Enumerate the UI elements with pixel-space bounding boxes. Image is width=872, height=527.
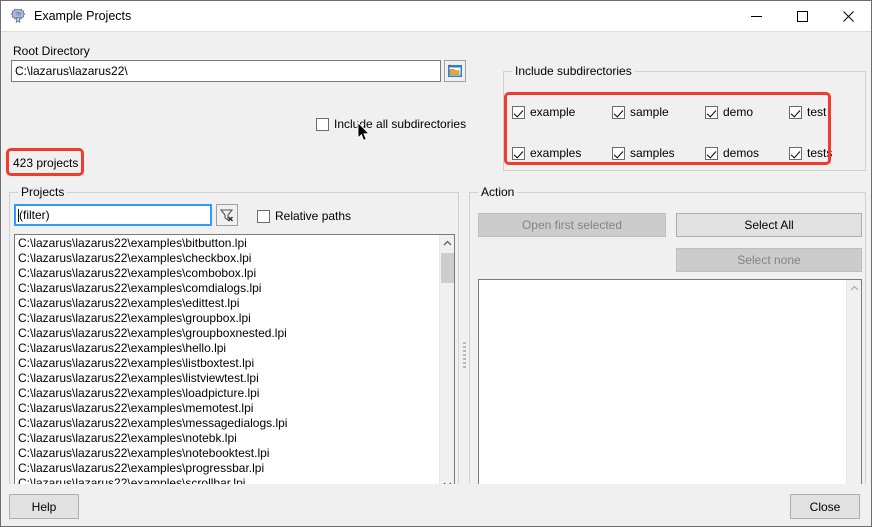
subdir-checkbox-label: tests [807, 146, 832, 160]
checkbox-box [705, 106, 718, 119]
projects-list-vscrollbar[interactable] [439, 235, 454, 492]
list-item[interactable]: C:\lazarus\lazarus22\examples\hello.lpi [15, 341, 439, 356]
projects-count-text: 423 projects [13, 156, 78, 170]
list-item[interactable]: C:\lazarus\lazarus22\examples\progressba… [15, 461, 439, 476]
subdir-checkbox-sample[interactable]: sample [612, 105, 669, 119]
include-subdirectories-groupbox: Include subdirectories example sample de… [503, 71, 866, 171]
subdir-checkbox-demos[interactable]: demos [705, 146, 759, 160]
list-item[interactable]: C:\lazarus\lazarus22\examples\bitbutton.… [15, 236, 439, 251]
projects-listbox[interactable]: C:\lazarus\lazarus22\examples\bitbutton.… [14, 234, 455, 509]
subdir-checkbox-samples[interactable]: samples [612, 146, 675, 160]
action-title: Action [478, 185, 517, 199]
include-all-subdirectories-label: Include all subdirectories [334, 117, 466, 131]
browse-folder-button[interactable] [444, 60, 466, 82]
list-item[interactable]: C:\lazarus\lazarus22\examples\memotest.l… [15, 401, 439, 416]
close-icon[interactable] [825, 1, 871, 32]
memo-scroll-up-icon[interactable] [847, 280, 862, 296]
list-item[interactable]: C:\lazarus\lazarus22\examples\messagedia… [15, 416, 439, 431]
select-none-button[interactable]: Select none [676, 248, 862, 272]
scroll-thumb-vertical[interactable] [441, 253, 454, 283]
checkbox-box [789, 147, 802, 160]
clear-filter-button[interactable] [216, 204, 238, 226]
subdir-checkbox-label: demos [723, 146, 759, 160]
list-item[interactable]: C:\lazarus\lazarus22\examples\groupboxne… [15, 326, 439, 341]
minimize-icon[interactable] [733, 1, 779, 32]
checkbox-box [612, 106, 625, 119]
subdir-checkbox-label: samples [630, 146, 675, 160]
subdir-checkbox-label: examples [530, 146, 581, 160]
subdir-checkbox-tests[interactable]: tests [789, 146, 832, 160]
example-projects-window: 70 Example Projects Root Directory C:\la… [0, 0, 872, 527]
subdir-checkbox-label: example [530, 105, 575, 119]
folder-open-icon [447, 63, 463, 79]
relative-paths-checkbox[interactable]: Relative paths [257, 209, 351, 223]
maximize-icon[interactable] [779, 1, 825, 32]
subdir-checkbox-label: demo [723, 105, 753, 119]
open-first-selected-button[interactable]: Open first selected [478, 213, 666, 237]
subdir-checkbox-label: test [807, 105, 826, 119]
checkbox-box [257, 210, 270, 223]
lazarus-app-icon: 70 [10, 8, 26, 24]
checkbox-box [316, 118, 329, 131]
filter-clear-icon [219, 207, 235, 223]
list-item[interactable]: C:\lazarus\lazarus22\examples\listboxtes… [15, 356, 439, 371]
checkbox-box [512, 106, 525, 119]
include-all-subdirectories-checkbox[interactable]: Include all subdirectories [316, 117, 466, 131]
list-item[interactable]: C:\lazarus\lazarus22\examples\checkbox.l… [15, 251, 439, 266]
list-item[interactable]: C:\lazarus\lazarus22\examples\combobox.l… [15, 266, 439, 281]
checkbox-box [612, 147, 625, 160]
action-output-memo[interactable] [478, 279, 862, 504]
list-item[interactable]: C:\lazarus\lazarus22\examples\edittest.l… [15, 296, 439, 311]
list-item[interactable]: C:\lazarus\lazarus22\examples\listviewte… [15, 371, 439, 386]
relative-paths-label: Relative paths [275, 209, 351, 223]
close-button[interactable]: Close [790, 494, 860, 519]
splitter-grip [463, 342, 466, 368]
filter-placeholder: (filter) [19, 208, 50, 222]
list-item[interactable]: C:\lazarus\lazarus22\examples\notebk.lpi [15, 431, 439, 446]
dialog-body: Root Directory C:\lazarus\lazarus22\ Inc… [1, 32, 871, 526]
panel-splitter[interactable] [459, 332, 469, 378]
checkbox-box [512, 147, 525, 160]
root-directory-input[interactable]: C:\lazarus\lazarus22\ [11, 60, 441, 82]
list-item[interactable]: C:\lazarus\lazarus22\examples\comdialogs… [15, 281, 439, 296]
list-item[interactable]: C:\lazarus\lazarus22\examples\groupbox.l… [15, 311, 439, 326]
memo-vscrollbar[interactable] [846, 280, 861, 503]
root-directory-label: Root Directory [13, 44, 90, 58]
include-subdirectories-title: Include subdirectories [512, 64, 635, 78]
list-item[interactable]: C:\lazarus\lazarus22\examples\loadpictur… [15, 386, 439, 401]
list-item[interactable]: C:\lazarus\lazarus22\examples\notebookte… [15, 446, 439, 461]
scroll-up-icon[interactable] [440, 235, 455, 251]
subdir-checkbox-test[interactable]: test [789, 105, 826, 119]
window-controls [733, 1, 871, 32]
action-groupbox: Action Open first selected Select All Se… [469, 192, 866, 512]
checkbox-box [789, 106, 802, 119]
checkbox-box [705, 147, 718, 160]
projects-list-items[interactable]: C:\lazarus\lazarus22\examples\bitbutton.… [15, 235, 439, 492]
window-title: Example Projects [34, 9, 733, 23]
select-all-button[interactable]: Select All [676, 213, 862, 237]
filter-input[interactable]: (filter) [14, 204, 212, 226]
subdir-checkbox-demo[interactable]: demo [705, 105, 753, 119]
projects-title: Projects [18, 185, 67, 199]
dialog-footer: Help Close [1, 484, 871, 526]
subdir-checkbox-examples[interactable]: examples [512, 146, 581, 160]
help-button[interactable]: Help [9, 494, 79, 519]
svg-text:70: 70 [15, 11, 21, 17]
subdir-checkbox-example[interactable]: example [512, 105, 575, 119]
window-titlebar: 70 Example Projects [1, 1, 871, 32]
subdir-checkbox-label: sample [630, 105, 669, 119]
projects-groupbox: Projects (filter) Relative paths C:\laza… [9, 192, 459, 512]
